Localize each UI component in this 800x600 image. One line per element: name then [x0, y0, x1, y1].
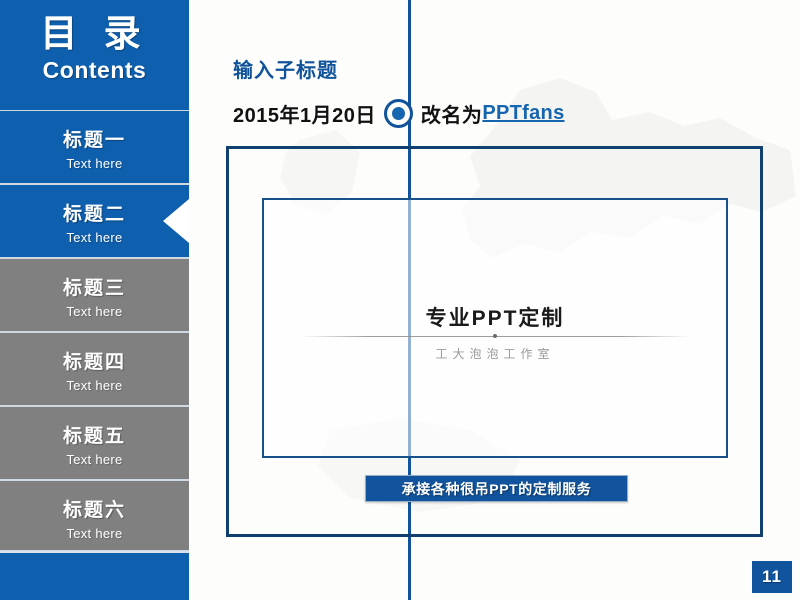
logo-block: 专业PPT定制 工大泡泡工作室: [264, 306, 726, 362]
timeline-node-icon: [383, 98, 413, 128]
sidebar-item-4-label: 标题四: [62, 352, 126, 373]
page-number-badge: 11: [752, 561, 792, 593]
sidebar-item-5[interactable]: 标题五 Text here: [0, 406, 189, 480]
brand-link[interactable]: PPTfans: [482, 102, 564, 125]
sidebar-item-2-label: 标题二: [62, 204, 126, 225]
sidebar-item-5-sub: Text here: [66, 452, 123, 467]
service-banner: 承接各种很吊PPT的定制服务: [365, 475, 628, 502]
sidebar-item-2-sub: Text here: [66, 230, 123, 245]
sidebar-item-1-label: 标题一: [62, 130, 126, 151]
sidebar-item-6-sub: Text here: [66, 526, 123, 541]
sidebar-item-3[interactable]: 标题三 Text here: [0, 258, 189, 332]
sidebar-title-en: Contents: [42, 57, 147, 83]
page-number-text: 11: [762, 567, 782, 586]
sidebar-title-cn: 目 录: [40, 13, 149, 54]
logo-main-text: 专业PPT定制: [425, 307, 565, 330]
date-label: 2015年1月20日: [233, 104, 376, 127]
contents-sidebar: 目 录 Contents 标题一 Text here 标题二 Text here…: [0, 0, 189, 600]
sidebar-item-2[interactable]: 标题二 Text here: [0, 184, 189, 258]
sidebar-item-5-label: 标题五: [62, 426, 126, 447]
sidebar-header: 目 录 Contents: [0, 0, 189, 110]
page-subtitle: 输入子标题: [233, 60, 338, 82]
inner-content-frame: 专业PPT定制 工大泡泡工作室: [262, 198, 728, 458]
service-banner-text: 承接各种很吊PPT的定制服务: [401, 480, 592, 497]
sidebar-item-6[interactable]: 标题六 Text here: [0, 480, 189, 551]
timeline-date-row: 2015年1月20日 改名为 PPTfans: [233, 98, 565, 128]
slide-canvas: 专业PPT定制 工大泡泡工作室 输入子标题 2015年1月20日 改名为 PPT…: [0, 0, 800, 600]
sidebar-footer-band: [0, 551, 189, 600]
logo-divider: [300, 334, 690, 338]
rename-label: 改名为: [420, 104, 483, 127]
sidebar-item-3-sub: Text here: [66, 304, 123, 319]
sidebar-item-3-label: 标题三: [62, 278, 126, 299]
sidebar-item-4[interactable]: 标题四 Text here: [0, 332, 189, 406]
sidebar-item-1-sub: Text here: [66, 156, 123, 171]
sidebar-item-6-label: 标题六: [62, 500, 126, 521]
logo-sub-text: 工大泡泡工作室: [435, 347, 555, 361]
sidebar-item-1[interactable]: 标题一 Text here: [0, 110, 189, 184]
sidebar-item-4-sub: Text here: [66, 378, 123, 393]
